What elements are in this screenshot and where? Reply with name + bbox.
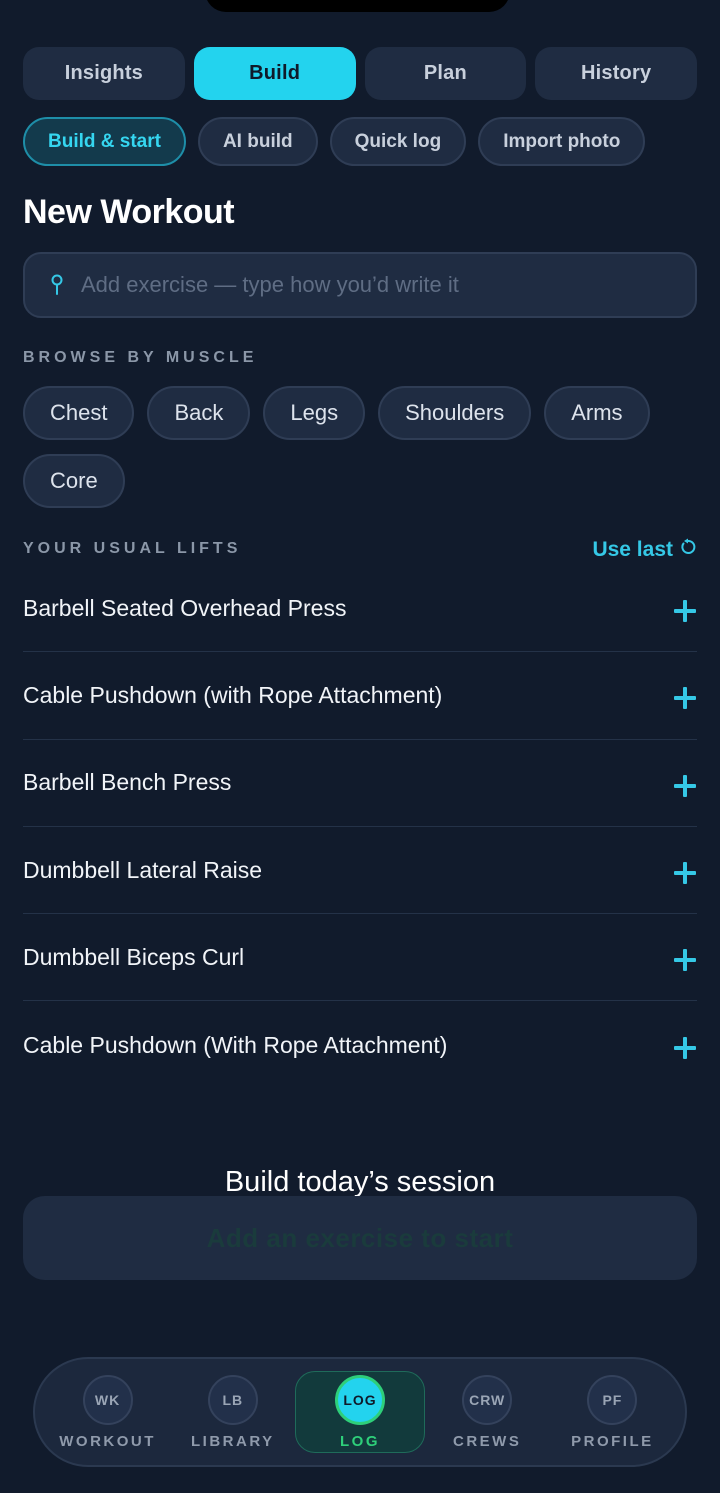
lift-name: Dumbbell Lateral Raise (23, 856, 263, 883)
nav-crews[interactable]: CRW CREWS (425, 1371, 550, 1453)
usual-lifts-label: YOUR USUAL LIFTS (23, 540, 242, 557)
workout-icon: WK (82, 1374, 133, 1425)
nav-profile[interactable]: PF PROFILE (550, 1371, 675, 1453)
log-icon: LOG (335, 1374, 385, 1425)
lift-name: Barbell Seated Overhead Press (23, 594, 347, 621)
muscle-chip-core[interactable]: Core (23, 454, 125, 508)
use-last-label: Use last (592, 538, 673, 561)
nav-log[interactable]: LOG LOG (295, 1371, 425, 1453)
list-item[interactable]: Dumbbell Biceps Curl (23, 914, 697, 1002)
list-item[interactable]: Barbell Seated Overhead Press (23, 565, 697, 653)
lift-name: Cable Pushdown (with Rope Attachment) (23, 681, 443, 708)
nav-label: WORKOUT (59, 1432, 156, 1450)
list-item[interactable]: Dumbbell Lateral Raise (23, 827, 697, 915)
browse-by-muscle-label: BROWSE BY MUSCLE (23, 349, 258, 366)
tab-plan[interactable]: Plan (364, 47, 527, 100)
page-title: New Workout (23, 193, 235, 231)
nav-library[interactable]: LB LIBRARY (170, 1371, 295, 1453)
muscle-chip-shoulders[interactable]: Shoulders (378, 386, 532, 440)
muscle-chip-legs[interactable]: Legs (263, 386, 366, 440)
pin-icon (47, 273, 67, 297)
subtab-quick-log[interactable]: Quick log (329, 117, 467, 166)
subtab-build-and-start[interactable]: Build & start (23, 117, 186, 166)
lift-name: Barbell Bench Press (23, 769, 232, 796)
list-item[interactable]: Barbell Bench Press (23, 740, 697, 827)
add-icon[interactable] (674, 949, 696, 972)
usual-lifts-list: Barbell Seated Overhead Press Cable Push… (23, 565, 697, 1089)
muscle-chips: Chest Back Legs Shoulders Arms Core (23, 386, 697, 508)
nav-label: PROFILE (571, 1432, 654, 1450)
library-icon: LB (207, 1374, 258, 1425)
list-item[interactable]: Cable Pushdown (With Rope Attachment) (23, 1001, 697, 1088)
nav-label: CREWS (453, 1432, 522, 1450)
tab-build[interactable]: Build (193, 47, 356, 100)
nav-label: LOG (340, 1432, 380, 1450)
start-workout-button[interactable]: Add an exercise to start (23, 1196, 697, 1280)
nav-label: LIBRARY (191, 1432, 275, 1450)
nav-workout[interactable]: WK WORKOUT (45, 1371, 170, 1453)
subtab-import-photo[interactable]: Import photo (478, 117, 646, 166)
lift-name: Cable Pushdown (With Rope Attachment) (23, 1031, 448, 1058)
add-icon[interactable] (674, 1037, 696, 1060)
exercise-search[interactable] (23, 252, 697, 318)
lift-name: Dumbbell Biceps Curl (23, 943, 245, 970)
build-mode-tabs: Build & start AI build Quick log Import … (23, 117, 646, 166)
add-icon[interactable] (674, 774, 696, 797)
list-item[interactable]: Cable Pushdown (with Rope Attachment) (23, 652, 697, 740)
profile-icon: PF (587, 1374, 638, 1425)
add-icon[interactable] (674, 687, 696, 710)
crews-icon: CRW (462, 1374, 513, 1425)
use-last-button[interactable]: Use last (592, 538, 697, 562)
session-title: Build today’s session (224, 1166, 496, 1198)
tab-insights[interactable]: Insights (23, 47, 185, 100)
add-icon[interactable] (674, 600, 696, 623)
tab-history[interactable]: History (535, 47, 697, 100)
add-icon[interactable] (674, 862, 696, 885)
exercise-search-input[interactable] (81, 272, 695, 298)
device-notch (205, 0, 510, 12)
subtab-ai-build[interactable]: AI build (197, 117, 318, 166)
muscle-chip-back[interactable]: Back (147, 386, 251, 440)
muscle-chip-chest[interactable]: Chest (23, 386, 135, 440)
top-tabs: Insights Build Plan History (23, 47, 697, 100)
refresh-icon (679, 538, 697, 562)
muscle-chip-arms[interactable]: Arms (544, 386, 650, 440)
bottom-nav: WK WORKOUT LB LIBRARY LOG LOG CRW CREWS … (33, 1357, 687, 1467)
